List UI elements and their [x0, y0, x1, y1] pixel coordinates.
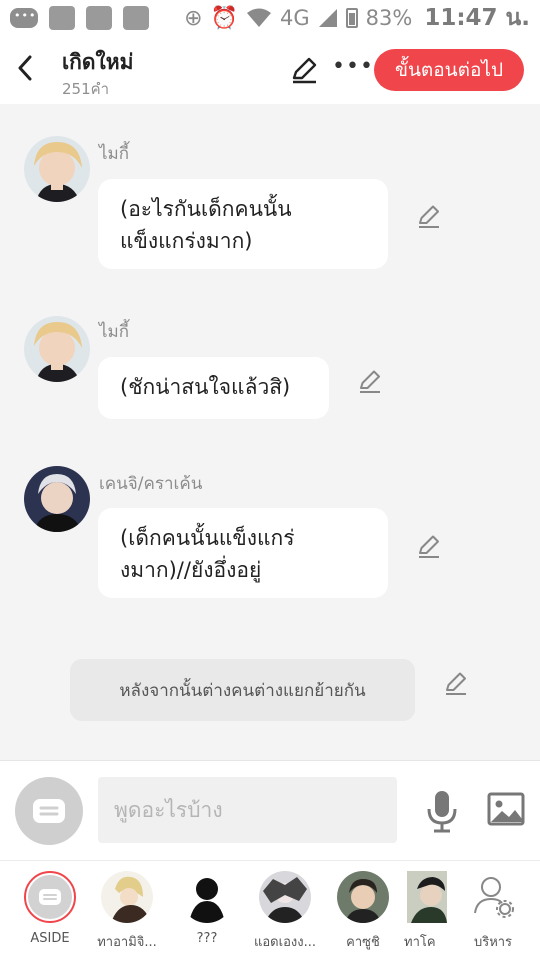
- story-title: เกิดใหม่: [62, 50, 134, 74]
- message-box-icon: [33, 799, 65, 823]
- aside-mode-button[interactable]: [15, 777, 83, 845]
- character-avatar: [259, 871, 311, 923]
- character-aside[interactable]: ASIDE: [15, 871, 85, 957]
- character-label: ทาอามิจิ...: [97, 935, 157, 950]
- battery-icon: [345, 8, 358, 28]
- avatar-mikey[interactable]: [24, 136, 90, 202]
- signal-icon: [318, 9, 337, 27]
- character-admin[interactable]: แอดเองง...: [250, 871, 320, 957]
- status-bar: ⊕ ⏰ 4G 83% 11:47 น.: [0, 0, 540, 36]
- message-line: (เด็กคนนั้นแข็งแกร่: [120, 526, 295, 550]
- character-avatar: [181, 871, 233, 923]
- character-label: คาซูชิ: [346, 935, 380, 950]
- message-bubble[interactable]: (อะไรกันเด็กคนนั้น แข็งแกร่งมาก): [98, 179, 388, 269]
- character-bar: ASIDE ทาอามิจิ... ??? แอดเองง... คาซูชิ …: [0, 860, 540, 960]
- edit-message-icon[interactable]: [357, 368, 383, 394]
- avatar-kenji[interactable]: [24, 466, 90, 532]
- character-label: บริหาร: [473, 935, 513, 950]
- alarm-icon: ⏰: [210, 5, 238, 31]
- network-type: 4G: [279, 6, 310, 30]
- wifi-icon: [246, 8, 271, 27]
- clock: 11:47 น.: [424, 5, 530, 31]
- message-input[interactable]: [98, 777, 397, 843]
- message-box-icon: [39, 889, 61, 905]
- speaker-name: ไมกี้: [99, 322, 130, 342]
- character-label: ASIDE: [30, 931, 70, 946]
- character-avatar: [407, 871, 447, 923]
- battery-percent: 83%: [365, 6, 413, 30]
- message-notification-icon: [10, 8, 38, 28]
- message-bubble[interactable]: (เด็กคนนั้นแข็งแกร่ งมาก)//ยังอึ่งอยู่: [98, 508, 388, 598]
- character-avatar: [467, 871, 519, 923]
- data-saver-icon: ⊕: [184, 5, 203, 31]
- app-notification-icon: [49, 6, 75, 30]
- character-kazutora[interactable]: คาซูชิ: [328, 871, 398, 957]
- next-step-button[interactable]: ขั้นตอนต่อไป: [374, 49, 524, 91]
- message-bubble[interactable]: (ชักน่าสนใจแล้วสิ): [98, 357, 329, 419]
- back-button[interactable]: [10, 50, 40, 86]
- app-notification-icon: [123, 6, 149, 30]
- message-input-bar: [0, 760, 540, 860]
- message-line: (ชักน่าสนใจแล้วสิ): [120, 375, 291, 399]
- character-avatar: [101, 871, 153, 923]
- speaker-name: เคนจิ/คราเค้น: [99, 474, 203, 494]
- character-label: แอดเองง...: [254, 935, 316, 950]
- avatar-mikey[interactable]: [24, 316, 90, 382]
- message-line: (อะไรกันเด็กคนนั้น: [120, 197, 292, 221]
- character-label: ทาโค: [404, 935, 436, 950]
- edit-message-icon[interactable]: [416, 203, 442, 229]
- character-label: ???: [196, 931, 218, 946]
- edit-title-icon[interactable]: [290, 56, 318, 84]
- message-line: งมาก)//ยังอึ่งอยู่: [120, 558, 262, 582]
- narration-bubble[interactable]: หลังจากนั้นต่างคนต่างแยกย้ายกัน: [70, 659, 415, 721]
- person-settings-icon: [474, 877, 514, 918]
- edit-message-icon[interactable]: [416, 533, 442, 559]
- character-tako[interactable]: ทาโค: [404, 871, 450, 957]
- message-line: แข็งแกร่งมาก): [120, 229, 253, 253]
- character-unknown[interactable]: ???: [172, 871, 242, 957]
- chat-area: ไมกี้ (อะไรกันเด็กคนนั้น แข็งแกร่งมาก) ไ…: [0, 104, 540, 760]
- speaker-name: ไมกี้: [99, 144, 130, 164]
- manage-characters-button[interactable]: บริหาร: [458, 871, 528, 957]
- story-header: เกิดใหม่ 251คำ ••• ขั้นตอนต่อไป: [0, 36, 540, 104]
- microphone-icon[interactable]: [424, 789, 460, 833]
- image-icon[interactable]: [487, 792, 525, 826]
- more-options-button[interactable]: •••: [332, 54, 374, 79]
- edit-narration-icon[interactable]: [443, 670, 469, 696]
- character-avatar: [337, 871, 389, 923]
- character-takemichi[interactable]: ทาอามิจิ...: [92, 871, 162, 957]
- chevron-left-icon: [18, 55, 32, 81]
- app-notification-icon: [86, 6, 112, 30]
- word-count: 251คำ: [62, 80, 110, 98]
